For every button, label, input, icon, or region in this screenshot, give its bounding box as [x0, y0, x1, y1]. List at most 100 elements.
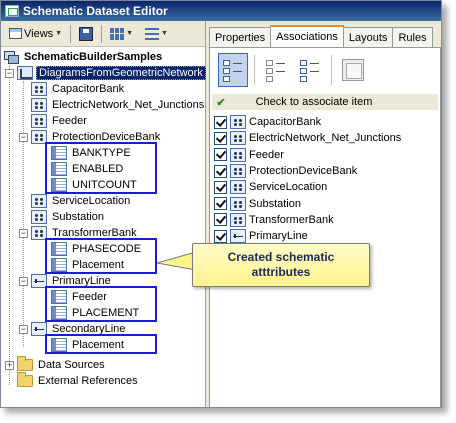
tree-folder-external-references[interactable]: External References [17, 372, 140, 389]
toggle-check-button[interactable] [295, 53, 325, 87]
folder-icon [17, 356, 33, 371]
link-class-icon [230, 229, 246, 244]
schematic-dataset-icon [3, 50, 19, 64]
associations-header: ✔ Check to associate item [212, 94, 438, 110]
check-all-icon [223, 59, 243, 82]
tree-item-feeder[interactable]: Feeder [31, 113, 89, 129]
tree-item-net-junctions[interactable]: ElectricNetwork_Net_Junctions [31, 97, 206, 113]
association-checkbox[interactable] [214, 180, 227, 194]
association-item[interactable]: ProtectionDeviceBank [214, 163, 401, 179]
node-class-icon [31, 210, 47, 224]
folder-icon [17, 372, 33, 387]
toolbar-separator [254, 55, 255, 85]
callout-line-1: Created schematic [227, 250, 335, 264]
tree-guide-line [9, 65, 10, 385]
views-label: Views [24, 27, 54, 40]
highlight-box [45, 142, 157, 194]
association-item[interactable]: CapacitorBank [214, 114, 401, 130]
tree-item-servicelocation[interactable]: ServiceLocation [31, 193, 132, 209]
toolbar-separator [70, 24, 72, 43]
uncheck-all-button[interactable] [261, 53, 291, 87]
association-checkbox[interactable] [214, 115, 227, 129]
callout-line-2: atttributes [251, 265, 311, 279]
association-checkbox[interactable] [214, 229, 227, 243]
details-pane: Properties Associations Layouts Rules ✔ … [207, 21, 441, 407]
diagram-template-icon [17, 66, 33, 80]
collapse-toggle[interactable]: − [19, 325, 28, 334]
node-class-icon [230, 115, 246, 130]
callout-note: Created schematic atttributes [192, 243, 370, 287]
node-class-icon [230, 147, 246, 162]
association-checkbox[interactable] [214, 197, 227, 211]
highlight-box [45, 334, 157, 354]
app-icon [5, 5, 19, 17]
check-all-button[interactable] [218, 53, 248, 87]
associations-toolbar [210, 48, 440, 92]
window-title: Schematic Dataset Editor [23, 4, 168, 18]
tree-folder-data-sources[interactable]: Data Sources [17, 356, 107, 373]
tab-properties[interactable]: Properties [209, 27, 272, 47]
association-checkbox[interactable] [214, 131, 227, 145]
tab-strip: Properties Associations Layouts Rules [209, 25, 433, 47]
views-button[interactable]: Views ▼ [5, 24, 66, 44]
association-checkbox[interactable] [214, 213, 227, 227]
chevron-down-icon: ▼ [126, 30, 134, 37]
associations-hint: Check to associate item [255, 96, 373, 108]
grid-view-button[interactable]: ▼ [106, 24, 137, 44]
node-class-icon [230, 164, 246, 179]
association-item[interactable]: ServiceLocation [214, 179, 401, 195]
tree-item-substation[interactable]: Substation [31, 209, 106, 225]
grid-icon [110, 27, 125, 40]
collapse-toggle[interactable]: − [5, 69, 14, 78]
save-icon [79, 26, 94, 41]
expand-toggle[interactable]: + [5, 361, 14, 370]
collapse-toggle[interactable]: − [19, 229, 28, 238]
uncheck-all-icon [266, 59, 286, 82]
properties-icon [342, 59, 364, 81]
tree-item-capacitorbank[interactable]: CapacitorBank [31, 81, 126, 97]
highlight-box [45, 286, 157, 322]
toolbar-separator [101, 24, 103, 43]
chevron-down-icon: ▼ [161, 30, 168, 37]
association-checkbox[interactable] [214, 164, 227, 178]
tab-rules[interactable]: Rules [392, 27, 433, 47]
save-button[interactable] [75, 24, 97, 44]
collapse-toggle[interactable]: − [19, 133, 28, 142]
check-mark-icon: ✔ [216, 96, 226, 109]
association-item[interactable]: ElectricNetwork_Net_Junctions [214, 130, 401, 146]
toggle-check-icon [300, 59, 320, 82]
tab-layouts[interactable]: Layouts [342, 27, 394, 47]
associations-list: CapacitorBank ElectricNetwork_Net_Juncti… [214, 114, 401, 244]
node-class-icon [230, 131, 246, 146]
tree-pane: Views ▼ ▼ ▼ SchematicBuilderSamples − Di… [1, 21, 206, 407]
tab-associations[interactable]: Associations [270, 25, 344, 47]
node-class-icon [31, 82, 47, 96]
schematic-dataset-editor-window: Schematic Dataset Editor Views ▼ ▼ ▼ Sch… [0, 0, 442, 408]
node-class-icon [230, 196, 246, 211]
tree-toolbar: Views ▼ ▼ ▼ [1, 21, 205, 47]
toolbar-separator [331, 55, 332, 85]
node-class-icon [230, 180, 246, 195]
dataset-tree: SchematicBuilderSamples − DiagramsFromGe… [1, 49, 206, 407]
highlight-box [45, 238, 157, 274]
collapse-toggle[interactable]: − [19, 277, 28, 286]
tree-guide-line [23, 81, 24, 347]
tree-root[interactable]: SchematicBuilderSamples [3, 49, 164, 65]
associations-panel: ✔ Check to associate item CapacitorBank … [209, 47, 441, 407]
tree-item-diagram[interactable]: DiagramsFromGeometricNetwork [17, 65, 206, 81]
list-view-button[interactable]: ▼ [141, 24, 172, 44]
association-item[interactable]: Substation [214, 195, 401, 211]
association-item[interactable]: PrimaryLine [214, 228, 401, 244]
views-icon [9, 28, 22, 39]
title-bar: Schematic Dataset Editor [1, 1, 441, 21]
association-checkbox[interactable] [214, 148, 227, 162]
node-class-icon [230, 212, 246, 227]
list-icon [145, 27, 160, 40]
association-item[interactable]: Feeder [214, 147, 401, 163]
node-class-icon [31, 194, 47, 208]
node-class-icon [31, 98, 47, 112]
chevron-down-icon: ▼ [55, 30, 63, 37]
properties-button[interactable] [338, 53, 368, 87]
association-item[interactable]: TransformerBank [214, 212, 401, 228]
node-class-icon [31, 114, 47, 128]
